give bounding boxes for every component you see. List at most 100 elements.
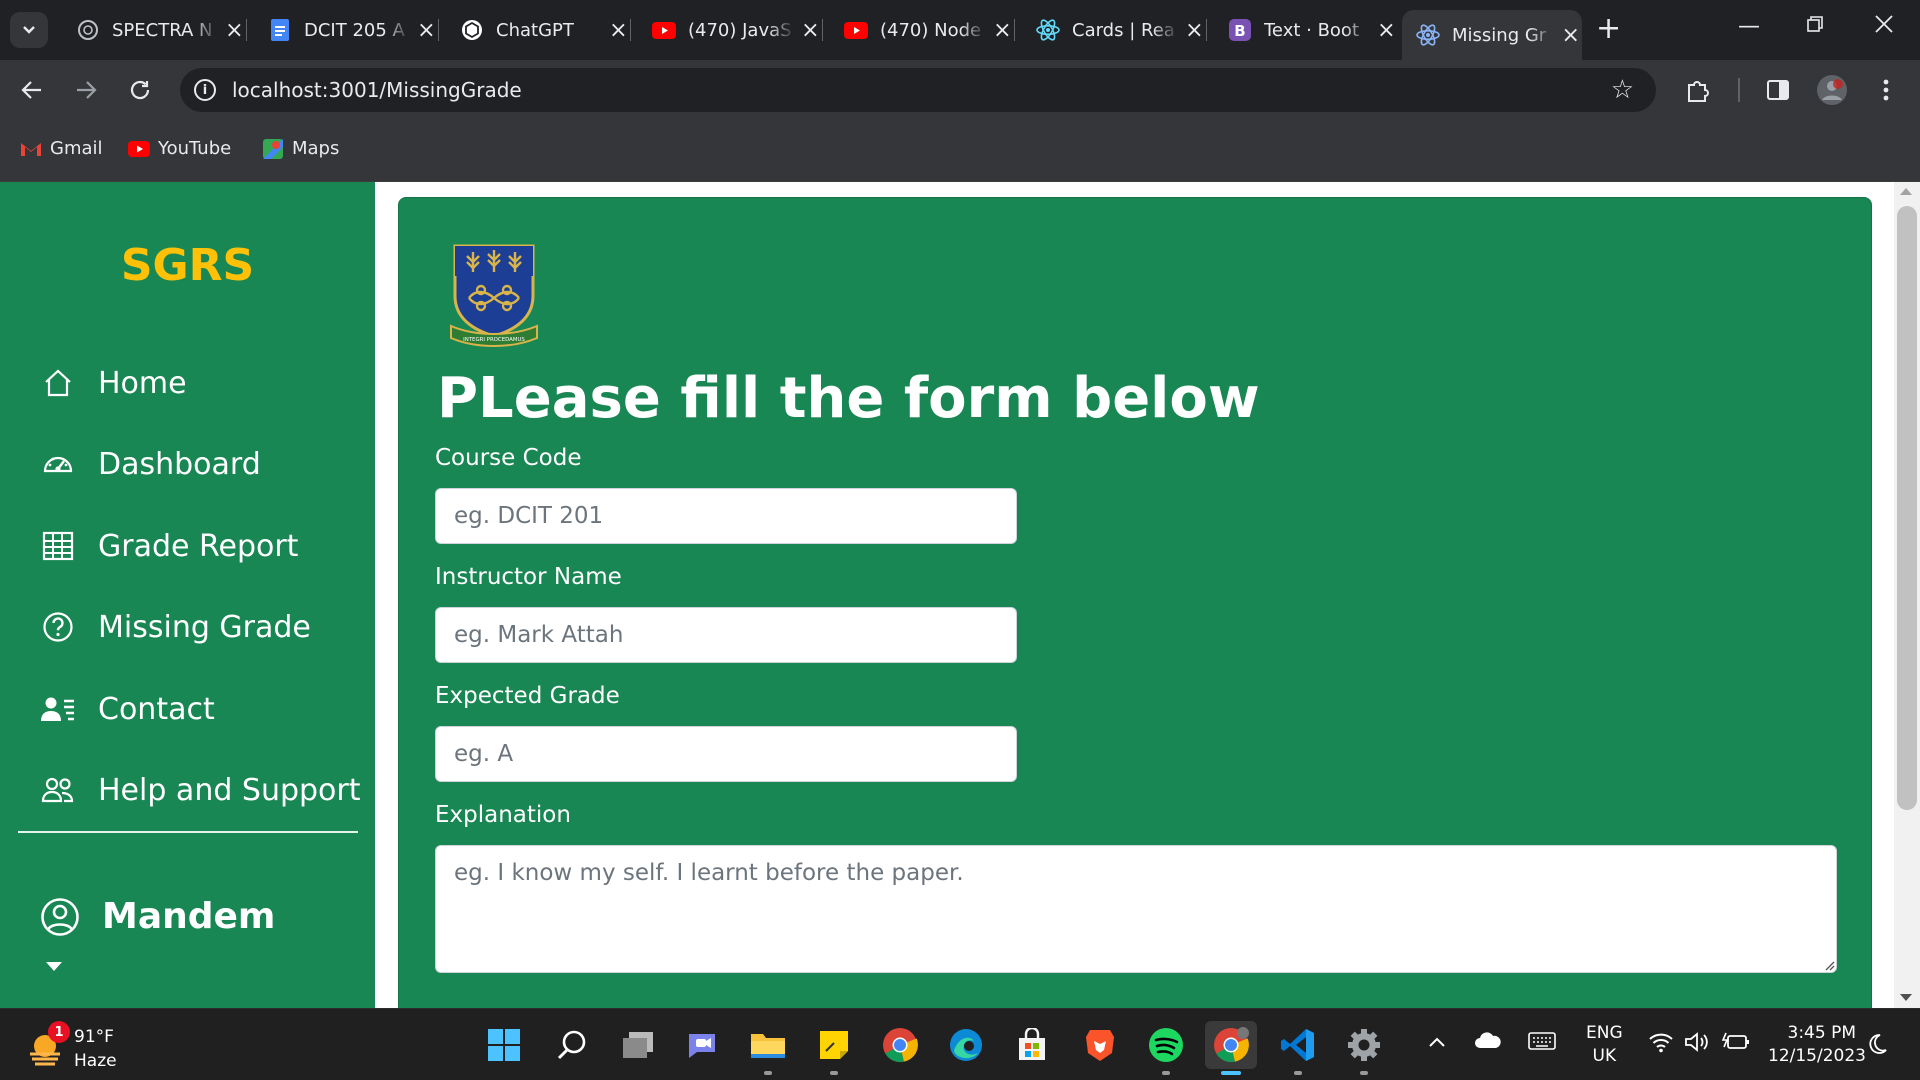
browser-tab[interactable]: DCIT 205 A × [254,10,439,50]
edge-icon[interactable] [946,1025,986,1065]
profile-avatar[interactable] [1816,74,1848,106]
windows-start-icon[interactable] [484,1025,524,1065]
address-url[interactable]: localhost:3001/MissingGrade [232,78,522,102]
restore-icon[interactable] [1806,14,1824,39]
expected-grade-input[interactable] [435,726,1017,782]
chrome-active-icon[interactable] [1205,1021,1257,1069]
browser-tab[interactable]: (470) Node × [830,10,1015,50]
youtube-icon [844,18,868,42]
browser-tab-active[interactable]: Missing Gr × [1402,10,1582,60]
settings-gear-icon[interactable] [1344,1025,1384,1065]
browser-tab[interactable]: Cards | Rea × [1022,10,1207,50]
course-code-input[interactable] [435,488,1017,544]
brand-logo-text[interactable]: SGRS [0,240,375,291]
scroll-up-arrow-icon[interactable] [1900,188,1912,195]
spotify-icon[interactable] [1146,1025,1186,1065]
vscode-icon[interactable] [1278,1025,1318,1065]
task-view-icon[interactable] [618,1025,658,1065]
expected-grade-label: Expected Grade [435,683,620,709]
close-tab-icon[interactable]: × [223,18,246,43]
file-explorer-icon[interactable] [748,1025,788,1065]
tab-separator [630,19,631,41]
running-indicator [1294,1071,1302,1075]
toolbar-divider [1738,78,1740,102]
wifi-icon[interactable] [1648,1031,1674,1057]
bookmark-star-icon[interactable]: ☆ [1611,75,1634,105]
running-indicator [1162,1071,1170,1075]
browser-tab-strip: SPECTRA N × DCIT 205 A × ChatGPT × (470)… [0,0,1920,60]
close-tab-icon[interactable]: × [1559,23,1582,48]
minimize-icon[interactable]: — [1738,14,1760,39]
touch-keyboard-icon[interactable] [1528,1031,1556,1055]
bookmark-label: Maps [292,138,340,159]
running-indicator [764,1071,772,1075]
system-clock[interactable]: 3:45 PM 12/15/2023 [1768,1022,1866,1068]
weather-condition: Haze [74,1051,117,1071]
close-tab-icon[interactable]: × [607,18,630,43]
browser-tab[interactable]: ChatGPT × [446,10,631,50]
bookmark-maps[interactable]: Maps [262,138,339,159]
scrollbar-thumb[interactable] [1897,206,1917,810]
browser-tab[interactable]: B Text · Boot × [1214,10,1398,50]
close-tab-icon[interactable]: × [415,18,438,43]
chrome-icon[interactable] [880,1025,920,1065]
bookmark-label: YouTube [158,138,232,159]
bookmark-gmail[interactable]: Gmail [20,138,103,159]
do-not-disturb-moon-icon[interactable] [1868,1033,1888,1059]
person-lines-icon [40,691,76,727]
close-window-icon[interactable] [1874,14,1894,40]
onedrive-cloud-icon[interactable] [1474,1031,1502,1053]
teams-chat-icon[interactable] [684,1025,724,1065]
tab-search-button[interactable] [10,12,48,48]
browser-tab[interactable]: SPECTRA N × [62,10,247,50]
microsoft-store-icon[interactable] [1012,1025,1052,1065]
explanation-textarea[interactable] [435,845,1837,973]
address-bar[interactable]: i localhost:3001/MissingGrade ☆ [180,68,1656,112]
show-hidden-icons-chevron[interactable] [1428,1033,1446,1052]
reload-icon[interactable] [124,74,156,106]
sidebar-item-missing-grade[interactable]: Missing Grade [40,609,311,645]
close-tab-icon[interactable]: × [1375,18,1398,43]
tab-separator [822,19,823,41]
sidebar-item-grade-report[interactable]: Grade Report [40,528,298,564]
crest-motto: INTEGRI PROCEDAMUS [463,337,525,343]
instructor-name-input[interactable] [435,607,1017,663]
forward-icon[interactable] [70,74,102,106]
search-icon[interactable] [552,1025,592,1065]
tab-separator [1014,19,1015,41]
bookmark-youtube[interactable]: YouTube [128,138,231,159]
site-info-icon[interactable]: i [194,79,216,101]
react-icon [1416,23,1440,47]
battery-icon[interactable] [1721,1031,1750,1057]
user-dropdown-toggle[interactable]: Mandem [40,896,275,937]
extensions-icon[interactable] [1682,74,1714,106]
new-tab-button[interactable]: + [1596,14,1621,44]
sidebar: SGRS Home Dashboard Grade Report Missing… [0,182,375,1008]
sidebar-item-home[interactable]: Home [40,365,187,401]
side-panel-icon[interactable] [1762,74,1794,106]
page-viewport: SGRS Home Dashboard Grade Report Missing… [0,182,1920,1008]
sidebar-item-label: Help and Support [98,772,361,808]
menu-kebab-icon[interactable] [1870,74,1902,106]
browser-tab[interactable]: (470) JavaS × [638,10,823,50]
caret-down-icon[interactable] [46,962,62,971]
tab-separator [438,19,439,41]
brave-icon[interactable] [1080,1025,1120,1065]
back-icon[interactable] [16,74,48,106]
language-indicator[interactable]: ENG UK [1586,1022,1623,1068]
weather-widget[interactable]: 1 91°F Haze [26,1021,117,1073]
sticky-notes-icon[interactable] [814,1025,854,1065]
sidebar-item-contact[interactable]: Contact [40,691,215,727]
bookmarks-bar: Gmail YouTube Maps [0,120,1920,182]
resize-grip-icon[interactable] [1823,959,1835,971]
sidebar-item-dashboard[interactable]: Dashboard [40,446,261,482]
close-tab-icon[interactable]: × [1183,18,1206,43]
tab-title: (470) JavaS [688,19,792,41]
sidebar-item-label: Grade Report [98,528,299,564]
close-tab-icon[interactable]: × [991,18,1014,43]
sidebar-item-help-and-support[interactable]: Help and Support [40,772,361,808]
close-tab-icon[interactable]: × [799,18,822,43]
sidebar-item-label: Dashboard [98,446,261,482]
scroll-down-arrow-icon[interactable] [1900,994,1912,1001]
volume-icon[interactable] [1684,1031,1712,1057]
